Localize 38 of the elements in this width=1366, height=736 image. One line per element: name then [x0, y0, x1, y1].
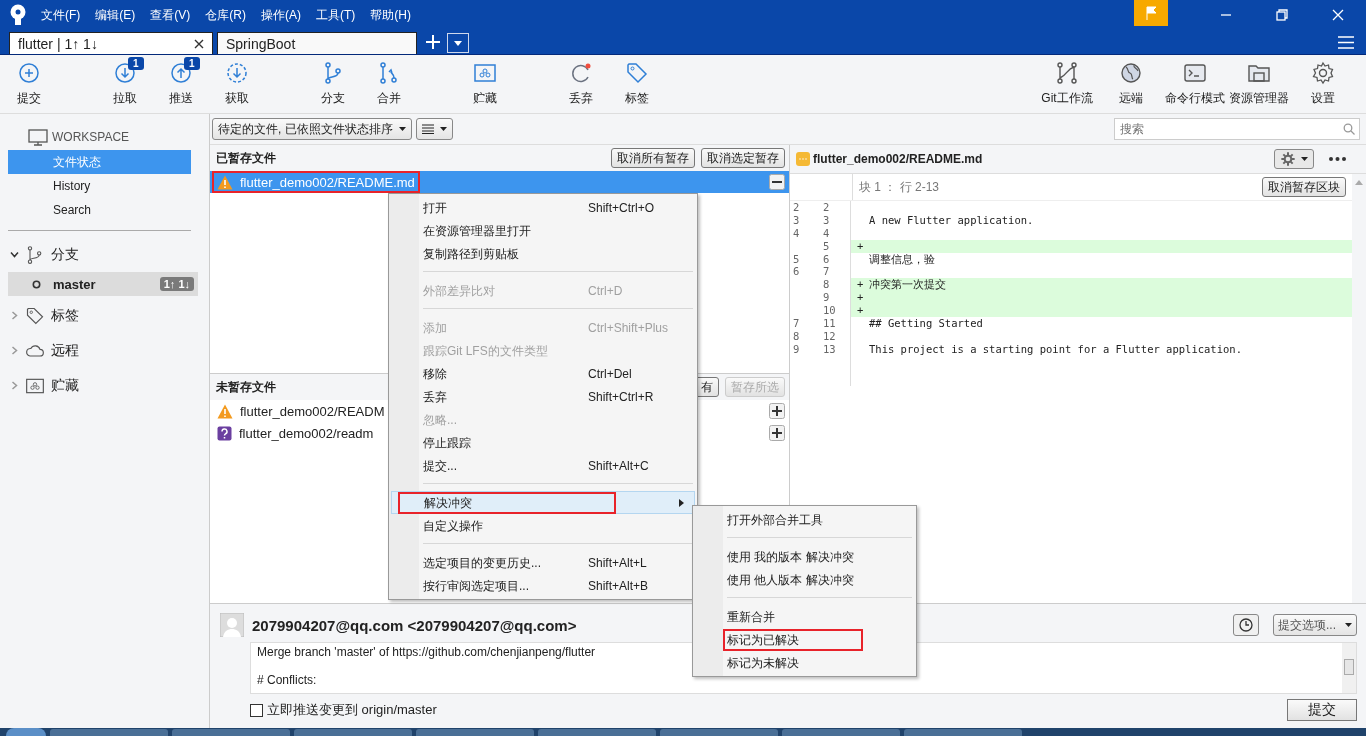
added-sign: + — [856, 291, 865, 305]
added-sign: + — [856, 304, 865, 317]
file-path: flutter_demo002/README.md — [813, 152, 983, 166]
line-number: 5 — [822, 239, 831, 253]
line-number: 7 — [792, 317, 801, 330]
hunk-header: 块 1 ： 行 2-13 — [858, 178, 940, 196]
line-number: 8 — [792, 329, 801, 343]
count-badge: 1 — [128, 57, 144, 70]
commit-author: 2079904207@qq.com <2079904207@qq.com> — [252, 616, 577, 634]
count-badge: 1 — [184, 57, 200, 70]
line-number: 3 — [822, 213, 831, 227]
line-number: 11 — [822, 317, 837, 330]
line-number: 12 — [822, 329, 837, 343]
line-number: 4 — [792, 226, 801, 240]
line-number: 2 — [822, 201, 831, 214]
section-heading: WORKSPACE — [52, 130, 130, 144]
line-number: 2 — [792, 201, 801, 214]
ahead-behind-badge: 1↑ 1↓ — [159, 277, 194, 291]
code-line: 冲突第一次提交 — [869, 278, 946, 292]
added-sign: + — [856, 239, 865, 253]
line-number: 6 — [822, 252, 831, 266]
line-number: 10 — [822, 304, 837, 317]
code-line: 调整信息，验 — [869, 252, 935, 266]
line-number: 4 — [822, 226, 831, 240]
code-line: A new Flutter application. — [869, 213, 1034, 227]
line-number: 9 — [822, 291, 831, 305]
added-sign: + — [856, 278, 865, 292]
panel-title: 未暂存文件 — [216, 378, 276, 396]
line-number: 7 — [822, 265, 831, 279]
line-number: 8 — [822, 278, 831, 292]
line-number: 9 — [792, 342, 801, 356]
code-line: This project is a starting point for a Flutter application. — [869, 342, 1242, 356]
panel-title: 已暂存文件 — [216, 149, 276, 167]
line-number: 5 — [792, 252, 801, 266]
line-number: 13 — [822, 342, 837, 356]
line-number: 3 — [792, 213, 801, 227]
line-number: 6 — [792, 265, 801, 279]
code-line: ## Getting Started — [869, 317, 983, 330]
